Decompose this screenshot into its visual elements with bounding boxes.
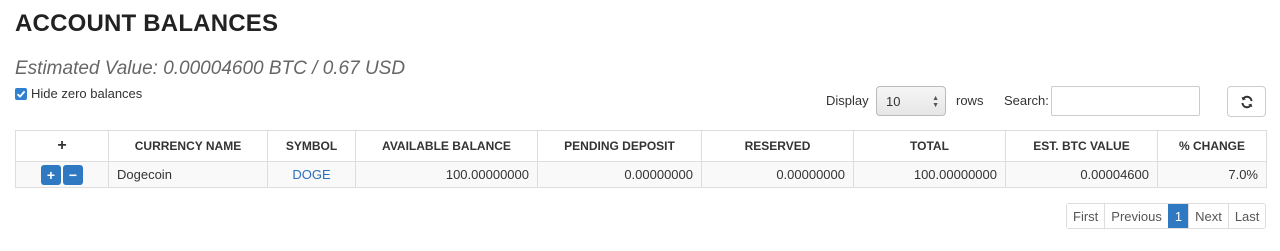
col-header-est-btc-value[interactable]: EST. BTC VALUE: [1005, 130, 1158, 162]
plus-icon: +: [46, 166, 56, 183]
pagination-last[interactable]: Last: [1227, 204, 1266, 228]
pagination: First Previous 1 Next Last: [1066, 203, 1267, 229]
cell-currency-name: Dogecoin: [108, 161, 268, 188]
withdraw-button[interactable]: −: [63, 164, 83, 185]
col-header-available-balance[interactable]: AVAILABLE BALANCE: [355, 130, 538, 162]
col-header-pct-change[interactable]: % CHANGE: [1157, 130, 1267, 162]
col-header-total[interactable]: TOTAL: [853, 130, 1006, 162]
col-header-reserved[interactable]: RESERVED: [701, 130, 854, 162]
cell-reserved: 0.00000000: [701, 161, 854, 188]
display-label: Display: [826, 93, 869, 108]
col-header-symbol[interactable]: SYMBOL: [267, 130, 356, 162]
pagination-next[interactable]: Next: [1188, 204, 1228, 228]
table-row: + − Dogecoin DOGE 100.00000000 0.00000000…: [15, 161, 1267, 188]
rows-label: rows: [956, 93, 984, 108]
search-input[interactable]: [1051, 86, 1200, 116]
balances-table: + CURRENCY NAME SYMBOL AVAILABLE BALANCE…: [15, 130, 1267, 188]
row-actions: + −: [15, 161, 109, 188]
rows-per-page-value: 10: [886, 93, 901, 109]
table-header-row: + CURRENCY NAME SYMBOL AVAILABLE BALANCE…: [15, 130, 1267, 162]
col-header-actions[interactable]: +: [15, 130, 109, 162]
deposit-button[interactable]: +: [41, 164, 61, 185]
rows-per-page-select[interactable]: 10 ▲ ▼: [876, 86, 946, 116]
checkbox-checked-icon[interactable]: [15, 87, 27, 100]
cell-total: 100.00000000: [853, 161, 1006, 188]
search-label: Search:: [1004, 93, 1049, 108]
refresh-button[interactable]: [1227, 86, 1266, 117]
minus-icon: −: [68, 166, 78, 183]
cell-symbol-link[interactable]: DOGE: [267, 161, 356, 188]
cell-available-balance: 100.00000000: [355, 161, 538, 188]
pagination-page-1[interactable]: 1: [1167, 204, 1189, 228]
col-header-currency-name[interactable]: CURRENCY NAME: [108, 130, 268, 162]
cell-pending-deposit: 0.00000000: [537, 161, 702, 188]
col-header-pending-deposit[interactable]: PENDING DEPOSIT: [537, 130, 702, 162]
cell-est-btc-value: 0.00004600: [1005, 161, 1158, 188]
pagination-previous[interactable]: Previous: [1104, 204, 1168, 228]
page-title: ACCOUNT BALANCES: [15, 10, 279, 37]
select-arrows-icon: ▲ ▼: [932, 95, 939, 109]
pagination-first[interactable]: First: [1067, 204, 1105, 228]
cell-pct-change: 7.0%: [1157, 161, 1267, 188]
hide-zero-balances-label: Hide zero balances: [31, 86, 143, 101]
refresh-icon: [1241, 95, 1252, 108]
hide-zero-balances-toggle[interactable]: Hide zero balances: [15, 86, 142, 101]
estimated-value: Estimated Value: 0.00004600 BTC / 0.67 U…: [15, 58, 406, 79]
